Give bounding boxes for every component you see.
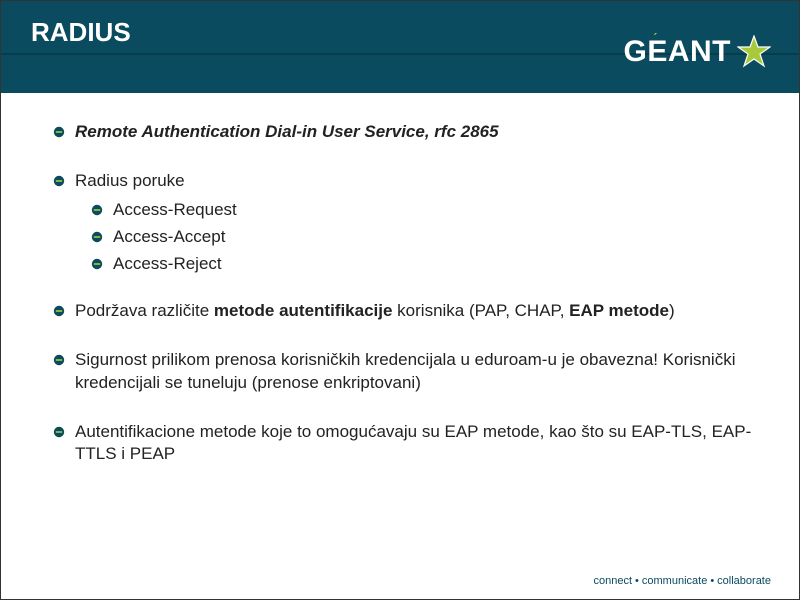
bullet-icon bbox=[53, 426, 65, 438]
geant-logo: G´EANT bbox=[623, 35, 771, 69]
list-subitem-text: Access-Request bbox=[113, 199, 759, 222]
list-subitem: Access-Accept bbox=[91, 226, 759, 249]
footer-word-1: connect bbox=[594, 575, 633, 587]
content-area: Remote Authentication Dial-in User Servi… bbox=[53, 121, 759, 559]
spacer bbox=[53, 280, 759, 300]
list-subitem-text: Access-Reject bbox=[113, 253, 759, 276]
bullet-icon bbox=[53, 305, 65, 317]
list-item: Radius poruke bbox=[53, 170, 759, 193]
slide: RADIUS G´EANT Remote Authentication Dial… bbox=[0, 0, 800, 600]
list-subitem: Access-Request bbox=[91, 199, 759, 222]
list-item: Podržava različite metode autentifikacij… bbox=[53, 300, 759, 323]
list-item-text: Podržava različite metode autentifikacij… bbox=[75, 300, 759, 323]
list-subitem-text: Access-Accept bbox=[113, 226, 759, 249]
left-gutter bbox=[1, 93, 19, 599]
slide-title: RADIUS bbox=[31, 17, 131, 48]
list-item-text: Remote Authentication Dial-in User Servi… bbox=[75, 121, 759, 144]
list-item: Autentifikacione metode koje to omogućav… bbox=[53, 421, 759, 467]
header-band: RADIUS G´EANT bbox=[1, 1, 799, 93]
footer-word-3: collaborate bbox=[717, 575, 771, 587]
footer-tagline: connect•communicate•collaborate bbox=[594, 575, 772, 587]
bullet-icon bbox=[53, 175, 65, 187]
list-subitem: Access-Reject bbox=[91, 253, 759, 276]
list-item-text: Autentifikacione metode koje to omogućav… bbox=[75, 421, 759, 467]
logo-accent: ´ bbox=[653, 31, 658, 45]
separator-dot-icon: • bbox=[632, 575, 642, 587]
star-icon bbox=[737, 35, 771, 69]
bullet-icon bbox=[91, 258, 103, 270]
list-item: Sigurnost prilikom prenosa korisničkih k… bbox=[53, 349, 759, 395]
logo-letter-g: G bbox=[623, 35, 647, 69]
list-item-text: Radius poruke bbox=[75, 170, 759, 193]
list-item: Remote Authentication Dial-in User Servi… bbox=[53, 121, 759, 144]
bullet-icon bbox=[91, 204, 103, 216]
bullet-icon bbox=[53, 354, 65, 366]
footer-word-2: communicate bbox=[642, 575, 707, 587]
bullet-icon bbox=[91, 231, 103, 243]
separator-dot-icon: • bbox=[707, 575, 717, 587]
logo-letters-ant: ANT bbox=[668, 35, 731, 69]
bullet-icon bbox=[53, 126, 65, 138]
list-item-text: Sigurnost prilikom prenosa korisničkih k… bbox=[75, 349, 759, 395]
logo-letter-e: ´E bbox=[647, 35, 668, 69]
